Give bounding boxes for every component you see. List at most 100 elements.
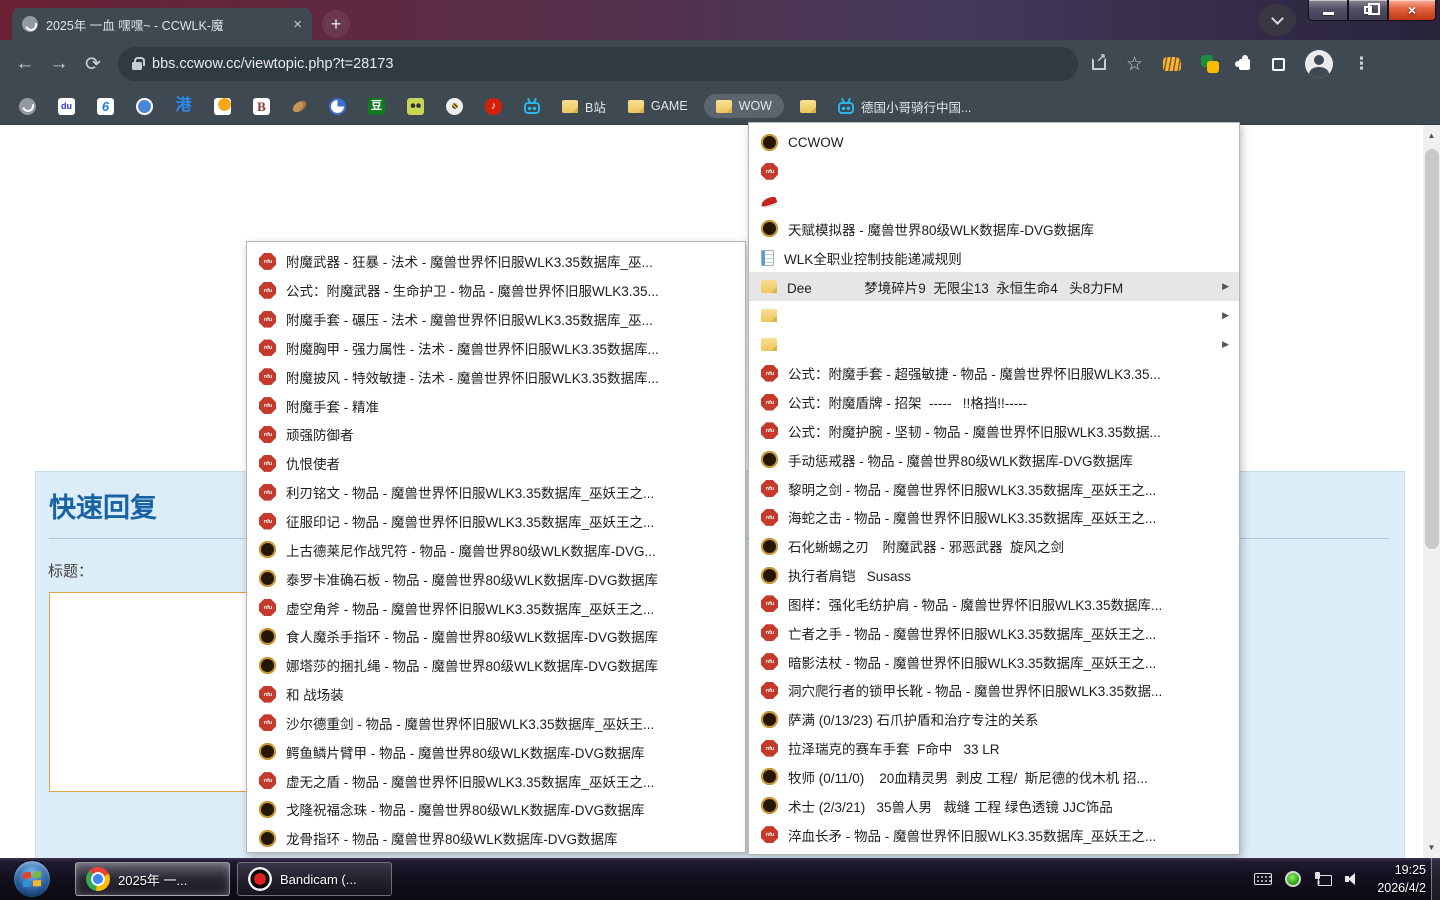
pie-icon [329,98,346,115]
bookmark-item[interactable] [524,99,540,114]
bookmark-star-icon[interactable]: ☆ [1126,53,1143,76]
bookmark-item[interactable] [214,98,231,115]
profile-avatar[interactable] [1305,50,1333,78]
bookmark-menu-item[interactable]: ▶ [749,186,1239,215]
extensions-puzzle-icon[interactable] [1239,59,1250,70]
bookmark-menu-item[interactable]: 图样：强化毛纺护肩 - 物品 - 魔兽世界怀旧服WLK3.35数据库... ▶ [749,590,1239,619]
bookmark-menu-item[interactable]: 泰罗卡准确石板 - 物品 - 魔兽世界80级WLK数据库-DVG数据库 ▶ [247,564,745,593]
bookmark-item[interactable]: ♪ [485,98,502,115]
cat-extension-icon[interactable] [1163,57,1181,71]
bookmark-item[interactable]: 6 [97,98,114,115]
scrollbar-thumb[interactable] [1425,149,1439,549]
bookmark-menu-item[interactable]: 拉泽瑞克的赛车手套 F命中 33 LR ▶ [749,734,1239,763]
page-scrollbar[interactable]: ▲ ▼ [1423,125,1440,858]
bookmark-menu-item[interactable]: 附魔手套 - 碾压 - 法术 - 魔兽世界怀旧服WLK3.35数据库_巫... … [247,305,745,334]
scroll-down-icon[interactable]: ▼ [1423,843,1440,852]
forward-button[interactable]: → [42,47,76,81]
scroll-up-icon[interactable]: ▲ [1423,131,1440,140]
bookmark-item[interactable] [800,100,816,113]
bookmark-item[interactable]: WOW [704,94,784,118]
share-icon[interactable] [1092,58,1106,70]
bookmark-menu-item[interactable]: 虚空角斧 - 物品 - 魔兽世界怀旧服WLK3.35数据库_巫妖王之... ▶ [247,593,745,622]
bookmark-menu-item[interactable]: Dee 梦境碎片9 无限尘13 永恒生命4 头8力FM ▶ [749,272,1239,301]
bookmark-menu-item[interactable]: 暗影法杖 - 物品 - 魔兽世界怀旧服WLK3.35数据库_巫妖王之... ▶ [749,647,1239,676]
bookmark-menu-item[interactable]: 附魔披风 - 特效敏捷 - 法术 - 魔兽世界怀旧服WLK3.35数据库... … [247,362,745,391]
bookmark-item[interactable]: GAME [628,99,688,113]
bookmark-menu-item[interactable]: 公式：附魔盾牌 - 招架 ----- !!格挡!!----- ▶ [749,388,1239,417]
bookmark-menu-item[interactable]: 天赋模拟器 - 魔兽世界80级WLK数据库-DVG数据库 ▶ [749,215,1239,244]
restore-button[interactable] [1348,0,1388,21]
bookmark-menu-item[interactable]: 附魔武器 - 狂暴 - 法术 - 魔兽世界怀旧服WLK3.35数据库_巫... … [247,247,745,276]
bookmark-item[interactable] [446,98,463,115]
reload-button[interactable]: ⟳ [76,47,110,81]
bookmark-menu-item[interactable]: 鳄鱼鳞片臂甲 - 物品 - 魔兽世界80级WLK数据库-DVG数据库 ▶ [247,737,745,766]
address-bar[interactable]: bbs.ccwow.cc/viewtopic.php?t=28173 [118,47,1078,81]
back-button[interactable]: ← [8,47,42,81]
speaker-icon[interactable] [1345,871,1362,887]
close-button[interactable]: × [1388,0,1436,21]
bookmark-menu-item[interactable]: 术士 (2/3/21) 35兽人男 裁缝 工程 绿色透镜 JJC饰品 ▶ [749,791,1239,820]
bookmark-menu-item[interactable]: 娜塔莎的捆扎绳 - 物品 - 魔兽世界80级WLK数据库-DVG数据库 ▶ [247,651,745,680]
square-extension-icon[interactable] [1272,58,1285,71]
bookmark-menu-item[interactable]: 顽强防御者 ▶ [247,420,745,449]
bookmark-item[interactable]: du [58,98,75,115]
bookmark-menu-item[interactable]: 食人魔杀手指环 - 物品 - 魔兽世界80级WLK数据库-DVG数据库 ▶ [247,622,745,651]
bookmark-menu-item[interactable]: 手动惩戒器 - 物品 - 魔兽世界80级WLK数据库-DVG数据库 ▶ [749,445,1239,474]
bookmark-menu-item[interactable]: 征服印记 - 物品 - 魔兽世界怀旧服WLK3.35数据库_巫妖王之... ▶ [247,507,745,536]
bookmark-item[interactable]: B站 [562,97,606,116]
menu-dots-icon[interactable]: ⋮ [1353,54,1370,74]
tab-search-button[interactable] [1258,4,1296,36]
bookmark-menu-item[interactable]: 黎明之剑 - 物品 - 魔兽世界怀旧服WLK3.35数据库_巫妖王之... ▶ [749,474,1239,503]
bookmark-menu-item[interactable]: 萨满 (0/13/23) 石爪护盾和治疗专注的关系 ▶ [749,705,1239,734]
tray-clock[interactable]: 19:25 2026/4/2 [1377,861,1426,897]
bookmark-menu-item[interactable]: 洞穴爬行者的锁甲长靴 - 物品 - 魔兽世界怀旧服WLK3.35数据... ▶ [749,676,1239,705]
bookmark-menu-item[interactable]: 淬血长矛 - 物品 - 魔兽世界怀旧服WLK3.35数据库_巫妖王之... ▶ [749,820,1239,849]
bookmark-menu-item[interactable]: 亡者之手 - 物品 - 魔兽世界怀旧服WLK3.35数据库_巫妖王之... ▶ [749,618,1239,647]
bookmark-menu-item[interactable]: 龙骨指环 - 物品 - 魔兽世界80级WLK数据库-DVG数据库 ▶ [247,824,745,853]
bookmark-menu-item[interactable]: 上古德莱尼作战咒符 - 物品 - 魔兽世界80级WLK数据库-DVG... ▶ [247,535,745,564]
bookmark-menu-item[interactable]: 公式：附魔武器 - 生命护卫 - 物品 - 魔兽世界怀旧服WLK3.35... … [247,276,745,305]
bookmark-menu-item[interactable]: CCWOW ▶ [749,128,1239,157]
keyboard-tray-icon[interactable] [1254,873,1272,885]
bookmark-item[interactable] [136,98,153,115]
bookmark-item[interactable]: 德国小哥骑行中国... [838,97,971,116]
bookmark-menu-item[interactable]: 公式：附魔护腕 - 坚韧 - 物品 - 魔兽世界怀旧服WLK3.35数据... … [749,416,1239,445]
bookmark-menu-item[interactable]: WLK全职业控制技能递减规则 ▶ [749,243,1239,272]
boxes-extension-icon[interactable] [1201,55,1219,73]
bookmark-menu-item[interactable]: 附魔手套 - 精准 ▶ [247,391,745,420]
bookmark-item[interactable] [292,102,307,111]
tab-title: 2025年 一血 嘿嘿~ - CCWLK-魔 [46,15,283,34]
bookmark-menu-item[interactable]: ▶ [749,330,1239,359]
bookmarks-bar: du 6 港 B [0,88,1440,125]
bookmark-menu-item[interactable]: ▶ [749,301,1239,330]
new-tab-button[interactable]: + [322,10,350,38]
bookmark-menu-item[interactable]: 虚无之盾 - 物品 - 魔兽世界怀旧服WLK3.35数据库_巫妖王之... ▶ [247,766,745,795]
bookmark-item[interactable] [19,98,36,115]
minimize-button[interactable] [1308,0,1348,21]
record-status-icon[interactable] [1285,871,1301,887]
bookmark-item[interactable]: 港 [175,98,192,115]
bookmark-item[interactable]: B [253,98,270,115]
bookmark-item[interactable]: 豆 [368,98,385,115]
bookmark-menu-item[interactable]: 牧师 (0/11/0) 20血精灵男 剥皮 工程/ 斯尼德的伐木机 招... ▶ [749,763,1239,792]
bookmark-menu-item[interactable]: 附魔胸甲 - 强力属性 - 法术 - 魔兽世界怀旧服WLK3.35数据库... … [247,334,745,363]
bookmark-menu-item[interactable]: 执行者肩铠 Susass ▶ [749,561,1239,590]
bookmark-item[interactable] [407,98,424,115]
bookmark-menu-item[interactable]: 戈隆祝福念珠 - 物品 - 魔兽世界80级WLK数据库-DVG数据库 ▶ [247,795,745,824]
bookmark-menu-item[interactable]: 利刃铭文 - 物品 - 魔兽世界怀旧服WLK3.35数据库_巫妖王之... ▶ [247,478,745,507]
taskbar-bandicam-button[interactable]: Bandicam (... [237,862,392,896]
tab-close-icon[interactable]: × [291,17,304,32]
bookmark-menu-item[interactable]: 沙尔德重剑 - 物品 - 魔兽世界怀旧服WLK3.35数据库_巫妖王... ▶ [247,709,745,738]
browser-tab[interactable]: 2025年 一血 嘿嘿~ - CCWLK-魔 × [12,8,312,40]
bookmark-menu-item[interactable]: 海蛇之击 - 物品 - 魔兽世界怀旧服WLK3.35数据库_巫妖王之... ▶ [749,503,1239,532]
show-desktop-button[interactable] [1431,858,1440,900]
network-icon[interactable] [1314,872,1332,887]
bookmark-item[interactable] [329,98,346,115]
bookmark-menu-item[interactable]: 公式：附魔手套 - 超强敏捷 - 物品 - 魔兽世界怀旧服WLK3.35... … [749,359,1239,388]
bookmark-menu-item[interactable]: 仇恨使者 ▶ [247,449,745,478]
start-button[interactable] [13,860,51,898]
bookmark-menu-item[interactable]: ▶ [749,157,1239,186]
bookmark-menu-item[interactable]: 和 战场装 ▶ [247,680,745,709]
bookmark-menu-item[interactable]: 石化蜥蜴之刃 附魔武器 - 邪恶武器 旋风之剑 ▶ [749,532,1239,561]
taskbar-chrome-button[interactable]: 2025年 一... [75,862,230,896]
